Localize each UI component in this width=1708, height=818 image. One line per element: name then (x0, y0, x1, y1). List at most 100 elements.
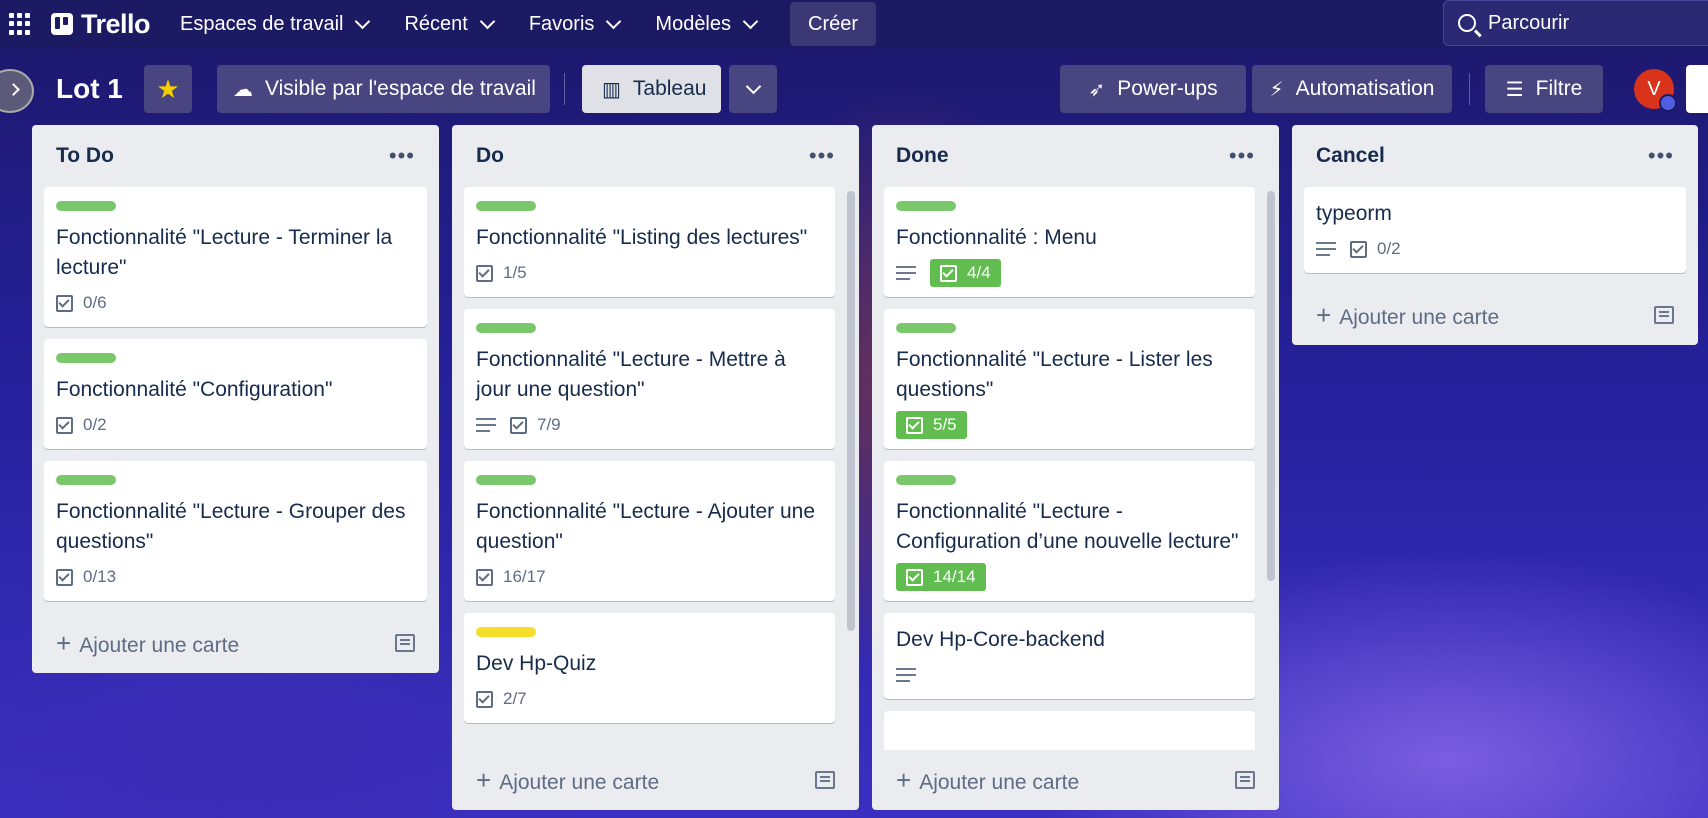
checklist-icon (476, 690, 493, 708)
checklist-badge: 0/13 (56, 567, 116, 587)
card[interactable]: Fonctionnalité "Lecture - Ajouter une qu… (464, 461, 835, 601)
card-template-icon[interactable] (1654, 306, 1674, 324)
nav-workspaces[interactable]: Espaces de travail (168, 2, 380, 46)
avatar[interactable]: V (1634, 69, 1677, 112)
plus-icon: + (476, 764, 492, 795)
label-green[interactable] (56, 353, 116, 363)
checklist-count: 5/5 (933, 415, 957, 434)
lightning-icon: ⚡ (1269, 78, 1284, 101)
plus-icon: + (896, 764, 912, 795)
card[interactable]: typeorm 0/2 (1304, 187, 1686, 273)
add-card-button[interactable]: + Ajouter une carte (476, 765, 659, 796)
chevron-down-icon (479, 13, 496, 29)
label-green[interactable] (476, 475, 536, 485)
label-green[interactable] (896, 323, 956, 333)
powerups-label: Power-ups (1117, 77, 1218, 100)
app-switcher-icon[interactable] (9, 13, 31, 35)
card[interactable]: Fonctionnalité "Lecture - Lister les que… (884, 309, 1255, 449)
list-title[interactable]: To Do (56, 144, 114, 168)
nav-favorites[interactable]: Favoris (517, 2, 632, 46)
nav-label: Favoris (528, 12, 595, 35)
card-template-icon[interactable] (1235, 771, 1255, 789)
checklist-badge: 1/5 (476, 263, 527, 283)
nav-templates[interactable]: Modèles (643, 2, 768, 46)
card[interactable]: Fonctionnalité "Lecture - Grouper des qu… (44, 461, 427, 601)
label-green[interactable] (896, 475, 956, 485)
list-menu-icon[interactable]: ••• (1229, 143, 1255, 169)
card[interactable] (884, 711, 1255, 750)
add-card-row: + Ajouter une carte (872, 750, 1279, 810)
add-card-button[interactable]: + Ajouter une carte (896, 765, 1079, 796)
trello-logo[interactable]: Trello (51, 9, 151, 40)
card-container: typeorm 0/2 (1292, 187, 1698, 285)
powerups-button[interactable]: ➶ Power-ups (1060, 65, 1246, 113)
plus-icon: + (1316, 299, 1332, 330)
card-title: Dev Hp-Quiz (476, 652, 597, 675)
nav-label: Espaces de travail (180, 12, 344, 35)
description-icon (896, 266, 916, 280)
card-template-icon[interactable] (815, 771, 835, 789)
list-header: Done ••• (872, 125, 1279, 187)
list-scrollbar[interactable] (847, 191, 855, 631)
checklist-count: 0/6 (83, 293, 107, 312)
card-title: Fonctionnalité "Lecture - Ajouter une qu… (476, 500, 815, 553)
checklist-count: 0/13 (83, 567, 117, 586)
star-button[interactable]: ★ (144, 65, 192, 113)
board-title[interactable]: Lot 1 (56, 73, 123, 105)
card[interactable]: Dev Hp-Core-backend (884, 613, 1255, 699)
list-done: Done ••• Fonctionnalité : Menu 4/4 Fonct… (872, 125, 1279, 810)
checklist-count: 4/4 (967, 263, 991, 282)
filter-button[interactable]: ☰ Filtre (1485, 65, 1603, 113)
label-green[interactable] (56, 475, 116, 485)
automation-label: Automatisation (1295, 77, 1435, 100)
add-card-button[interactable]: + Ajouter une carte (1316, 300, 1499, 331)
list-header: To Do ••• (32, 125, 439, 187)
card[interactable]: Dev Hp-Quiz 2/7 (464, 613, 835, 723)
checklist-count: 1/5 (503, 263, 527, 282)
checklist-count: 7/9 (537, 415, 561, 434)
card[interactable]: Fonctionnalité : Menu 4/4 (884, 187, 1255, 297)
admin-badge-icon (1659, 94, 1677, 112)
card[interactable]: Fonctionnalité "Lecture - Terminer la le… (44, 187, 427, 327)
list-menu-icon[interactable]: ••• (389, 143, 415, 169)
chevron-down-icon (745, 78, 761, 94)
label-green[interactable] (476, 201, 536, 211)
plus-icon: + (56, 627, 72, 658)
card[interactable]: Fonctionnalité "Listing des lectures" 1/… (464, 187, 835, 297)
create-button[interactable]: Créer (790, 2, 877, 46)
view-switcher-dropdown[interactable] (729, 65, 777, 113)
description-icon (896, 668, 916, 682)
label-green[interactable] (56, 201, 116, 211)
list-menu-icon[interactable]: ••• (809, 143, 835, 169)
checklist-icon (56, 416, 73, 434)
nav-recent[interactable]: Récent (392, 2, 504, 46)
list-title[interactable]: Do (476, 144, 504, 168)
card[interactable]: Fonctionnalité "Lecture - Mettre à jour … (464, 309, 835, 449)
card-template-icon[interactable] (395, 634, 415, 652)
list-title[interactable]: Done (896, 144, 949, 168)
view-label: Tableau (632, 77, 707, 100)
checklist-count: 0/2 (1377, 239, 1401, 258)
list-title[interactable]: Cancel (1316, 144, 1385, 168)
card[interactable]: Fonctionnalité "Lecture - Configuration … (884, 461, 1255, 601)
list-to-do: To Do ••• Fonctionnalité "Lecture - Term… (32, 125, 439, 673)
checklist-icon (476, 264, 493, 282)
add-card-button[interactable]: + Ajouter une carte (56, 628, 239, 659)
checklist-count: 2/7 (503, 689, 527, 708)
sidebar-toggle-button[interactable] (0, 69, 34, 113)
checklist-count: 14/14 (933, 567, 976, 586)
visibility-button[interactable]: ☁ Visible par l'espace de travail (217, 65, 550, 113)
view-board-tab[interactable]: ▥ Tableau (582, 65, 721, 113)
card[interactable]: Fonctionnalité "Configuration" 0/2 (44, 339, 427, 449)
checklist-complete-badge: 14/14 (896, 563, 986, 591)
card-container: Fonctionnalité "Lecture - Terminer la le… (32, 187, 439, 613)
label-yellow[interactable] (476, 627, 536, 637)
label-green[interactable] (896, 201, 956, 211)
list-menu-icon[interactable]: ••• (1648, 143, 1674, 169)
list-scrollbar[interactable] (1267, 191, 1275, 581)
label-green[interactable] (476, 323, 536, 333)
checklist-icon (56, 294, 73, 312)
share-button[interactable] (1686, 65, 1708, 113)
search-input[interactable]: Parcourir (1443, 0, 1708, 46)
automation-button[interactable]: ⚡ Automatisation (1252, 65, 1452, 113)
